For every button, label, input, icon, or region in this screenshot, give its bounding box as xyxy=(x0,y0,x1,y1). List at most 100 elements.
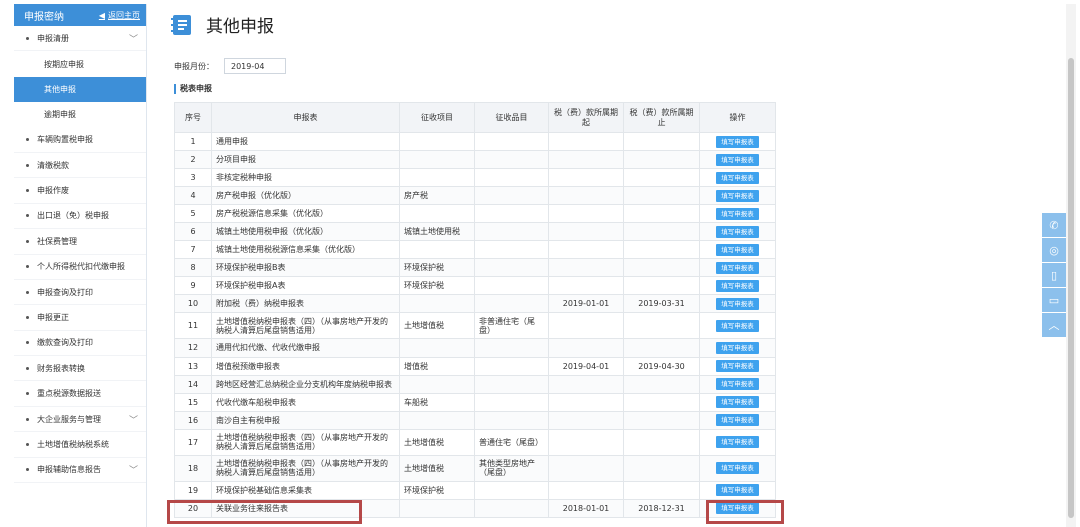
fill-form-button[interactable]: 填写申报表 xyxy=(716,207,759,220)
page-scrollbar-thumb[interactable] xyxy=(1068,58,1074,518)
action-cell: 填写申报表 xyxy=(699,258,776,278)
sidebar-item[interactable]: 申报清册 ﹀ xyxy=(14,26,146,52)
row-number: 7 xyxy=(174,240,212,260)
action-cell: 填写申报表 xyxy=(699,374,776,394)
sidebar-item[interactable]: 大企业服务与管理 ﹀ xyxy=(14,407,146,433)
bullet-icon xyxy=(26,468,29,472)
collection-item: 环境保护税 xyxy=(399,276,475,296)
fill-form-button[interactable]: 填写申报表 xyxy=(716,225,759,238)
sidebar-item[interactable]: 申报查询及打印 xyxy=(14,280,146,306)
chevron-down-icon[interactable]: ﹀ xyxy=(129,463,138,476)
table-row: 9 环境保护税申报A表 环境保护税 填写申报表 xyxy=(174,276,776,296)
action-cell: 填写申报表 xyxy=(699,392,776,412)
table-body: 1 通用申报 填写申报表 2 分项目申报 填写申报表 3 非核定税种申报 填写申报表 4 房产税申报… xyxy=(174,131,776,518)
collection-subitem xyxy=(474,374,549,394)
fill-form-button[interactable]: 填写申报表 xyxy=(716,261,759,274)
collection-item xyxy=(399,338,475,358)
back-home-link[interactable]: ◀ 返回主页 xyxy=(99,10,140,21)
fill-form-button[interactable]: 填写申报表 xyxy=(716,135,759,148)
mobile-icon[interactable]: ▯ xyxy=(1042,263,1066,288)
action-cell: 填写申报表 xyxy=(699,498,776,518)
sidebar-item[interactable]: 重点税源数据报送 xyxy=(14,381,146,407)
wechat-icon[interactable]: ✆ xyxy=(1042,213,1066,238)
fill-form-button[interactable]: 填写申报表 xyxy=(716,189,759,202)
table-row: 13 增值税预缴申报表 增值税 2019-04-01 2019-04-30 填写申报表 xyxy=(174,356,776,376)
sidebar-item-label: 社保费管理 xyxy=(37,236,77,246)
bullet-icon xyxy=(26,36,29,40)
sidebar-item[interactable]: 申报作废 xyxy=(14,178,146,204)
fill-form-button[interactable]: 填写申报表 xyxy=(716,153,759,166)
action-cell: 填写申报表 xyxy=(699,454,776,482)
form-name: 增值税预缴申报表 xyxy=(211,356,400,376)
action-cell: 填写申报表 xyxy=(699,168,776,188)
row-number: 17 xyxy=(174,428,212,456)
fill-form-button[interactable]: 填写申报表 xyxy=(716,378,759,391)
row-number: 14 xyxy=(174,374,212,394)
fill-form-button[interactable]: 填写申报表 xyxy=(716,279,759,292)
period-end: 2018-12-31 xyxy=(623,498,700,518)
form-name: 土地增值税纳税申报表（四）（从事房地产开发的纳税人清算后尾盘销售适用） xyxy=(211,312,400,340)
row-number: 18 xyxy=(174,454,212,482)
fill-form-button[interactable]: 填写申报表 xyxy=(716,502,759,515)
sidebar-item[interactable]: 缴款查询及打印 xyxy=(14,331,146,357)
back-to-top-icon[interactable]: ︿ xyxy=(1042,313,1066,338)
period-start xyxy=(548,410,624,430)
form-name: 代收代缴车船税申报表 xyxy=(211,392,400,412)
sidebar-item[interactable]: 个人所得税代扣代缴申报 xyxy=(14,255,146,280)
period-end xyxy=(623,338,700,358)
period-start xyxy=(548,454,624,482)
section-title: 税表申报 xyxy=(174,84,212,94)
tablet-icon[interactable]: ▭ xyxy=(1042,288,1066,313)
fill-form-button[interactable]: 填写申报表 xyxy=(716,462,759,475)
action-cell: 填写申报表 xyxy=(699,428,776,456)
fill-form-button[interactable]: 填写申报表 xyxy=(716,319,759,332)
table-row: 8 环境保护税申报B表 环境保护税 填写申报表 xyxy=(174,258,776,278)
period-start xyxy=(548,392,624,412)
fill-form-button[interactable]: 填写申报表 xyxy=(716,484,759,497)
fill-form-button[interactable]: 填写申报表 xyxy=(716,414,759,427)
fill-form-button[interactable]: 填写申报表 xyxy=(716,360,759,373)
collection-subitem: 普通住宅（尾盘） xyxy=(474,428,549,456)
period-end xyxy=(623,258,700,278)
bullet-icon xyxy=(26,163,29,167)
row-number: 9 xyxy=(174,276,212,296)
period-end xyxy=(623,428,700,456)
chevron-down-icon[interactable]: ﹀ xyxy=(129,32,138,45)
sidebar-item[interactable]: 财务报表转换 xyxy=(14,356,146,382)
sidebar-item[interactable]: 清缴税款 xyxy=(14,153,146,179)
fill-form-button[interactable]: 填写申报表 xyxy=(716,297,759,310)
sidebar-subitem[interactable]: 逾期申报 xyxy=(14,102,146,127)
collection-subitem xyxy=(474,258,549,278)
sidebar-item-label: 申报更正 xyxy=(37,312,69,322)
fill-form-button[interactable]: 填写申报表 xyxy=(716,171,759,184)
collection-item xyxy=(399,294,475,314)
sidebar-subitem[interactable]: 其他申报 xyxy=(14,76,146,103)
sidebar-item[interactable]: 车辆购置税申报 xyxy=(14,128,146,153)
period-start xyxy=(548,276,624,296)
sidebar-subitem[interactable]: 按期应申报 xyxy=(14,51,146,76)
form-name: 房产税申报（优化版） xyxy=(211,186,400,206)
action-cell: 填写申报表 xyxy=(699,410,776,430)
sidebar-item[interactable]: 土地增值税纳税系统 xyxy=(14,432,146,458)
weibo-icon[interactable]: ◎ xyxy=(1042,238,1066,263)
sidebar-item-label: 出口退（免）税申报 xyxy=(37,211,109,221)
table-row: 6 城镇土地使用税申报（优化版） 城镇土地使用税 填写申报表 xyxy=(174,222,776,242)
fill-form-button[interactable]: 填写申报表 xyxy=(716,436,759,449)
fill-form-button[interactable]: 填写申报表 xyxy=(716,243,759,256)
sidebar-item[interactable]: 社保费管理 xyxy=(14,229,146,255)
page-header: 其他申报 xyxy=(170,12,274,37)
month-input[interactable] xyxy=(224,58,286,74)
header-no: 序号 xyxy=(174,102,212,133)
bullet-icon xyxy=(26,442,29,446)
sidebar-menu: 申报清册 ﹀ 按期应申报 其他申报 逾期申报 车辆购置税申报 清缴税款 申报作废出口退（免）税… xyxy=(14,26,146,484)
period-end xyxy=(623,410,700,430)
fill-form-button[interactable]: 填写申报表 xyxy=(716,341,759,354)
sidebar-item[interactable]: 出口退（免）税申报 xyxy=(14,204,146,230)
sidebar-item[interactable]: 申报更正 xyxy=(14,305,146,331)
row-number: 12 xyxy=(174,338,212,358)
sidebar-item[interactable]: 申报辅助信息报告 ﹀ xyxy=(14,458,146,484)
period-end xyxy=(623,168,700,188)
chevron-down-icon[interactable]: ﹀ xyxy=(129,413,138,426)
row-number: 19 xyxy=(174,480,212,500)
fill-form-button[interactable]: 填写申报表 xyxy=(716,396,759,409)
